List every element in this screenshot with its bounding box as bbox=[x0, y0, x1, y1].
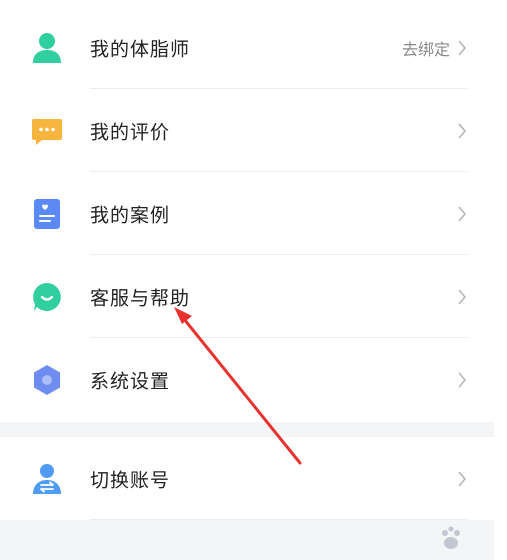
watermark-logo bbox=[442, 526, 460, 549]
customer-service-icon bbox=[33, 282, 61, 311]
chevron-right-icon bbox=[458, 122, 467, 139]
menu-item-label: 我的案例 bbox=[90, 204, 171, 226]
account-card: 切换账号 bbox=[0, 437, 494, 520]
unbind-link[interactable]: 去绑定 bbox=[402, 36, 450, 60]
menu-item-body-fat-coach[interactable]: 我的体脂师 去绑定 bbox=[0, 6, 494, 89]
switch-account-icon bbox=[33, 463, 61, 494]
chevron-right-icon bbox=[458, 205, 467, 222]
chevron-right-icon bbox=[458, 288, 467, 305]
chat-bubble-icon bbox=[32, 118, 62, 145]
settings-hexagon-icon bbox=[34, 364, 60, 395]
menu-item-cases[interactable]: 我的案例 bbox=[0, 172, 494, 255]
screen-edge bbox=[494, 0, 507, 560]
switch-account-item[interactable]: 切换账号 bbox=[0, 437, 494, 520]
chevron-right-icon bbox=[458, 470, 467, 487]
menu-item-settings[interactable]: 系统设置 bbox=[0, 338, 494, 421]
person-icon bbox=[33, 32, 61, 63]
menu-item-label: 系统设置 bbox=[90, 370, 171, 392]
menu-item-label: 我的体脂师 bbox=[90, 38, 191, 60]
menu-item-customer-service[interactable]: 客服与帮助 bbox=[0, 255, 494, 338]
menu-item-label: 客服与帮助 bbox=[90, 287, 191, 309]
switch-account-label: 切换账号 bbox=[90, 469, 171, 491]
menu-card: 我的体脂师 去绑定 我的评价 我的案例 客服与帮助 系统设置 bbox=[0, 0, 494, 422]
document-icon bbox=[34, 198, 60, 229]
menu-item-reviews[interactable]: 我的评价 bbox=[0, 89, 494, 172]
divider bbox=[90, 519, 467, 520]
menu-item-label: 我的评价 bbox=[90, 121, 171, 143]
chevron-right-icon bbox=[458, 371, 467, 388]
chevron-right-icon bbox=[458, 39, 467, 56]
